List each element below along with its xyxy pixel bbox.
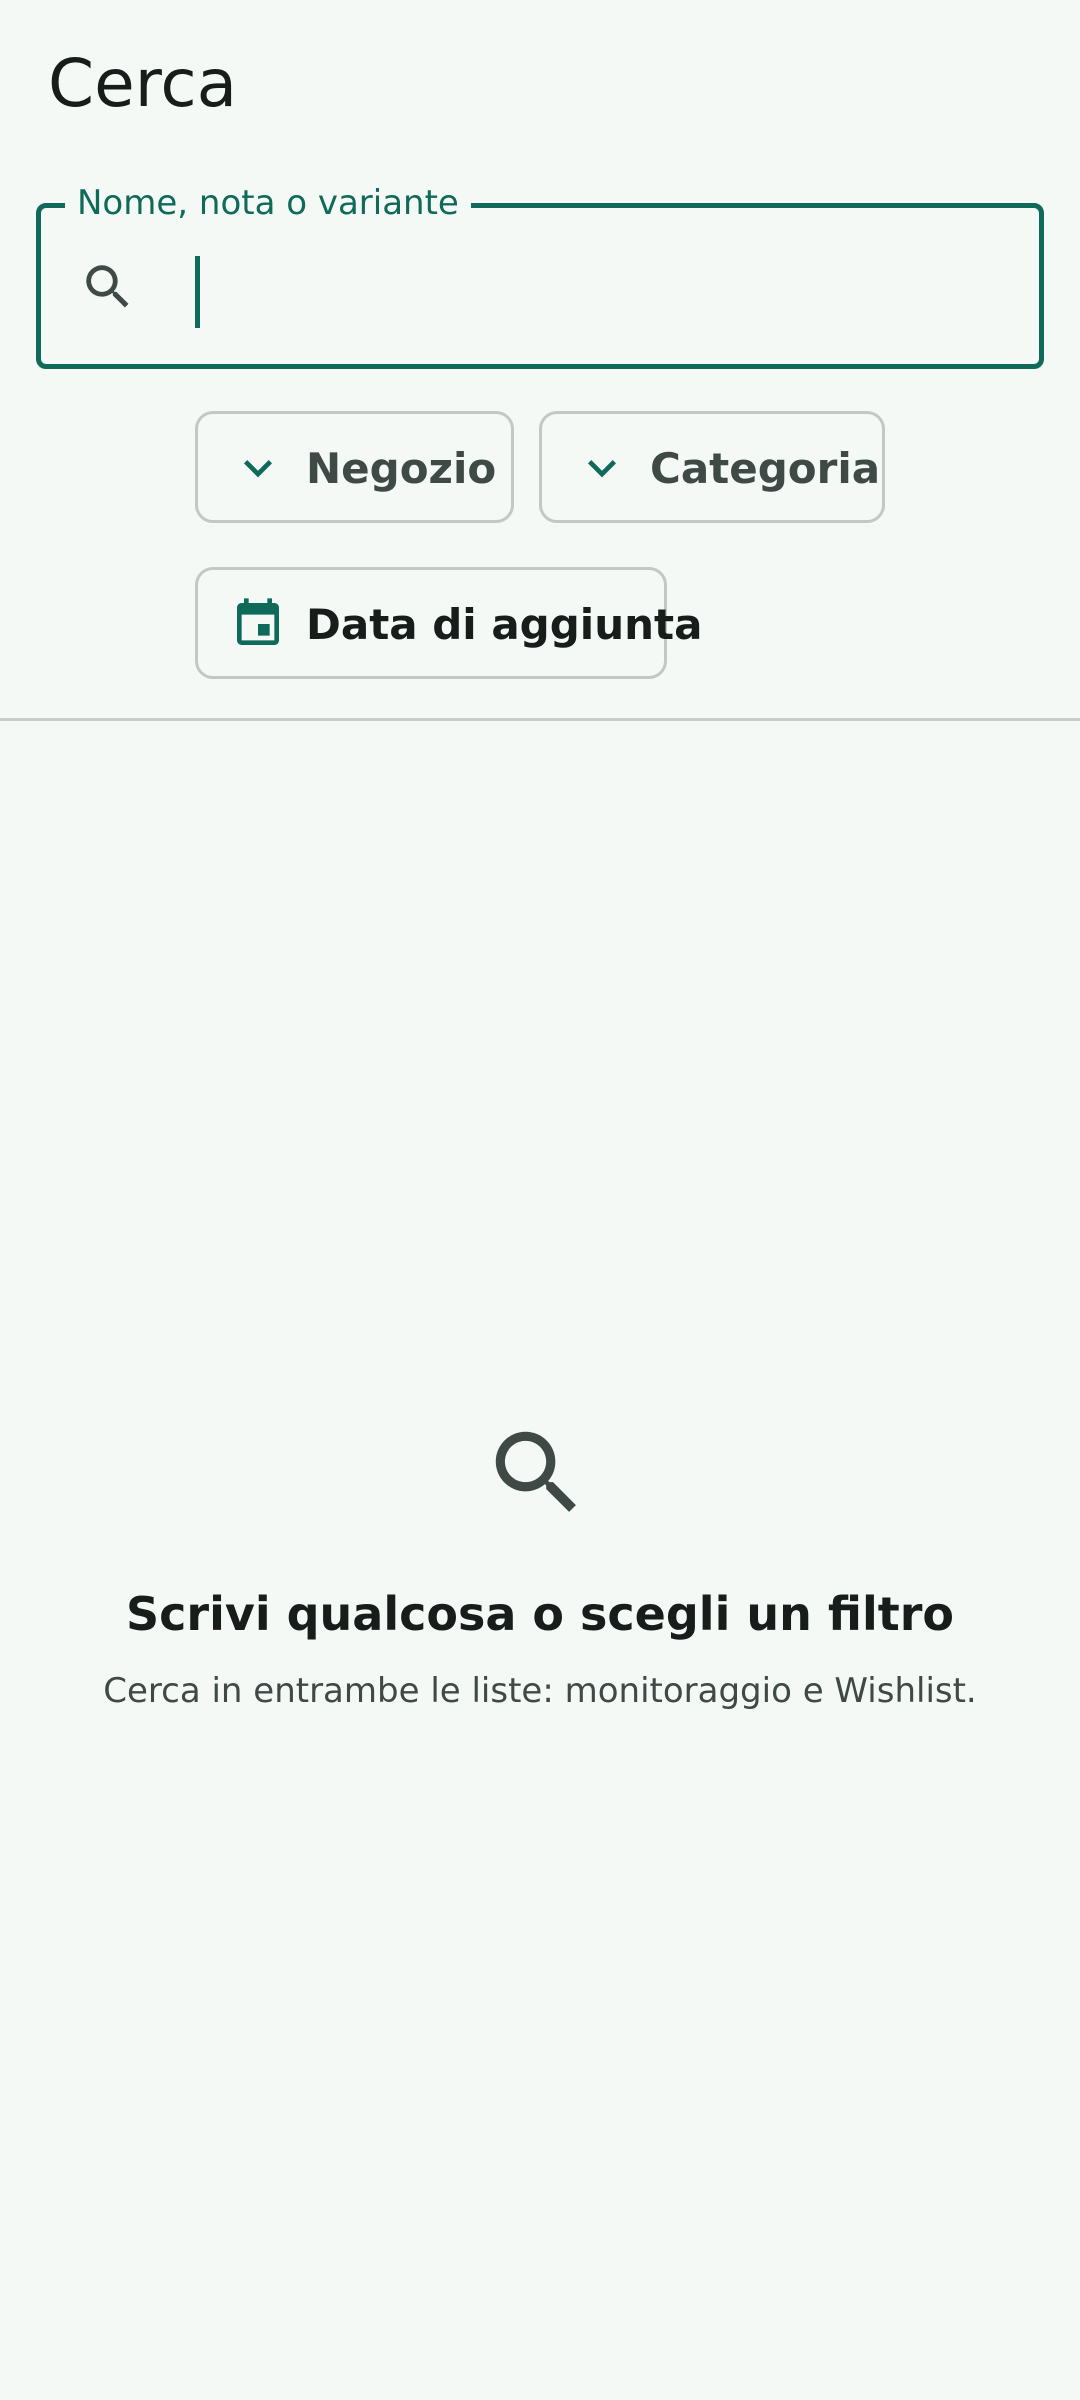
- calendar-icon: [237, 598, 279, 645]
- search-input[interactable]: [191, 228, 1015, 346]
- filter-chip-negozio[interactable]: Negozio: [195, 411, 514, 523]
- chevron-down-icon: [244, 460, 272, 478]
- empty-state-subtitle: Cerca in entrambe le liste: monitoraggio…: [103, 1671, 977, 1711]
- filter-chip-label: Categoria: [650, 444, 881, 493]
- empty-state-title: Scrivi qualcosa o scegli un filtro: [126, 1587, 954, 1641]
- search-field[interactable]: Nome, nota o variante: [36, 180, 1044, 369]
- search-field-label: Nome, nota o variante: [65, 180, 471, 226]
- search-icon: [86, 265, 129, 308]
- search-icon: [495, 1431, 576, 1512]
- divider: [0, 718, 1080, 721]
- filter-chip-label: Data di aggiunta: [306, 600, 703, 649]
- filter-chip-categoria[interactable]: Categoria: [539, 411, 885, 523]
- filter-chip-label: Negozio: [306, 444, 497, 493]
- filter-chip-data-aggiunta[interactable]: Data di aggiunta: [195, 567, 702, 679]
- chevron-down-icon: [588, 460, 616, 478]
- page-title: Cerca: [48, 45, 238, 122]
- search-screen: Cerca Nome, nota o variante Negozio Cate…: [0, 0, 1080, 2400]
- text-cursor: [195, 256, 200, 328]
